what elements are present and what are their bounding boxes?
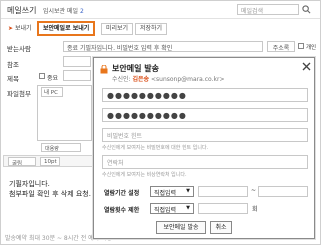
my-pc-button[interactable]: 내 PC (41, 87, 63, 97)
important-checkbox[interactable] (39, 73, 45, 79)
draft-mail-link[interactable]: 임시보관 메일 2 (43, 6, 84, 15)
send-button[interactable]: ➤ 보내기 (5, 23, 37, 35)
subject-label: 제목 (7, 75, 19, 83)
count-unit: 회 (252, 206, 258, 213)
search-input[interactable]: 메일검색 (237, 4, 299, 15)
cc-label: 참조 (7, 61, 19, 69)
editor-toolbar: 굴림 10pt (3, 155, 97, 167)
password-input[interactable]: ●●●●●●●●●● (102, 88, 308, 102)
count-select-value: 직접입력 (154, 207, 177, 214)
attach-label: 파일첨부 (7, 90, 31, 98)
expiry-start-field[interactable] (198, 186, 248, 197)
top-bar: 메일쓰기 임시보관 메일 2 메일검색 (1, 1, 320, 19)
secure-send-confirm-button[interactable]: 보안메일 발송 (156, 221, 206, 234)
self-checkbox[interactable] (298, 43, 304, 49)
chevron-down-icon: ▼ (186, 205, 190, 211)
recipient-prefix: 수신인: (112, 76, 131, 83)
important-label: 중요 (47, 75, 59, 82)
draft-label: 임시보관 메일 (43, 8, 79, 15)
attach-area[interactable]: 내 PC (37, 85, 92, 141)
secure-mail-dialog: 보안메일 발송 수신인: 김은송 <sunsonp@mara.co.kr> ●●… (93, 57, 315, 239)
secure-send-button[interactable]: 보안메일로 보내기 (37, 21, 96, 36)
dialog-title: 보안메일 발송 (112, 64, 159, 73)
close-icon[interactable] (302, 62, 311, 71)
preview-button[interactable]: 미리보기 (101, 23, 134, 35)
contact-input[interactable]: 연락처 (102, 155, 308, 169)
draft-count: 2 (79, 8, 84, 15)
cc-field[interactable] (63, 56, 91, 67)
font-select[interactable]: 굴림 (8, 157, 36, 166)
send-arrow-icon: ➤ (8, 25, 14, 32)
lock-icon (100, 65, 108, 74)
search-icon[interactable] (302, 5, 311, 14)
password-hint-note: 수신인에게 보여지는 비밀번호에 대한 힌트 입니다. (102, 145, 209, 151)
chevron-down-icon: ▼ (186, 188, 190, 194)
recipient-email: <sunsonp@mara.co.kr> (151, 76, 225, 83)
count-field[interactable] (198, 203, 248, 214)
expiry-select-value: 직접입력 (154, 190, 177, 197)
expiry-end-field[interactable] (258, 186, 308, 197)
contact-note: 수신인에게 보여지는 비상연락처 입니다. (102, 172, 187, 178)
send-label: 보내기 (14, 25, 32, 32)
addressbook-button[interactable]: 주소록 (267, 41, 295, 52)
app-title: 메일쓰기 (7, 6, 37, 15)
save-draft-button[interactable]: 저장하기 (135, 23, 168, 35)
recipient-name: 김은송 (132, 76, 150, 83)
expiry-label: 열람기간 설정 (104, 190, 140, 197)
editor-line: 기필자입니다. (9, 180, 50, 188)
editor-line: 첨부파일 확인 후 삭제 요청. (9, 190, 91, 198)
expiry-select[interactable]: 직접입력 ▼ (150, 186, 194, 197)
password-confirm-input[interactable]: ●●●●●●●●●● (102, 108, 308, 122)
font-size-select[interactable]: 10pt (40, 157, 60, 166)
to-label: 받는사람 (7, 45, 31, 53)
recipient-info: 수신인: 김은송 <sunsonp@mara.co.kr> (112, 74, 224, 83)
toolbar: ➤ 보내기 보안메일로 보내기 미리보기 저장하기 (1, 19, 320, 39)
self-label: 개인 (306, 45, 317, 51)
count-select[interactable]: 직접입력 ▼ (150, 203, 194, 214)
mail-compose-window: 메일쓰기 임시보관 메일 2 메일검색 ➤ 보내기 보안메일로 보내기 미리보기… (0, 0, 321, 245)
editor-body[interactable]: 기필자입니다. 첨부파일 확인 후 삭제 요청. (9, 179, 91, 199)
cancel-button[interactable]: 취소 (210, 221, 232, 234)
bulk-attach-button[interactable]: 대용량 (41, 143, 81, 152)
password-hint-input[interactable]: 비밀번호 힌트 (102, 128, 308, 142)
subject-field[interactable] (63, 70, 91, 81)
count-label: 열람횟수 제한 (104, 207, 140, 214)
date-separator: ~ (251, 187, 257, 194)
to-field[interactable]: 종료 기필자입니다. 비밀번호 입력 후 확인 (63, 41, 263, 52)
